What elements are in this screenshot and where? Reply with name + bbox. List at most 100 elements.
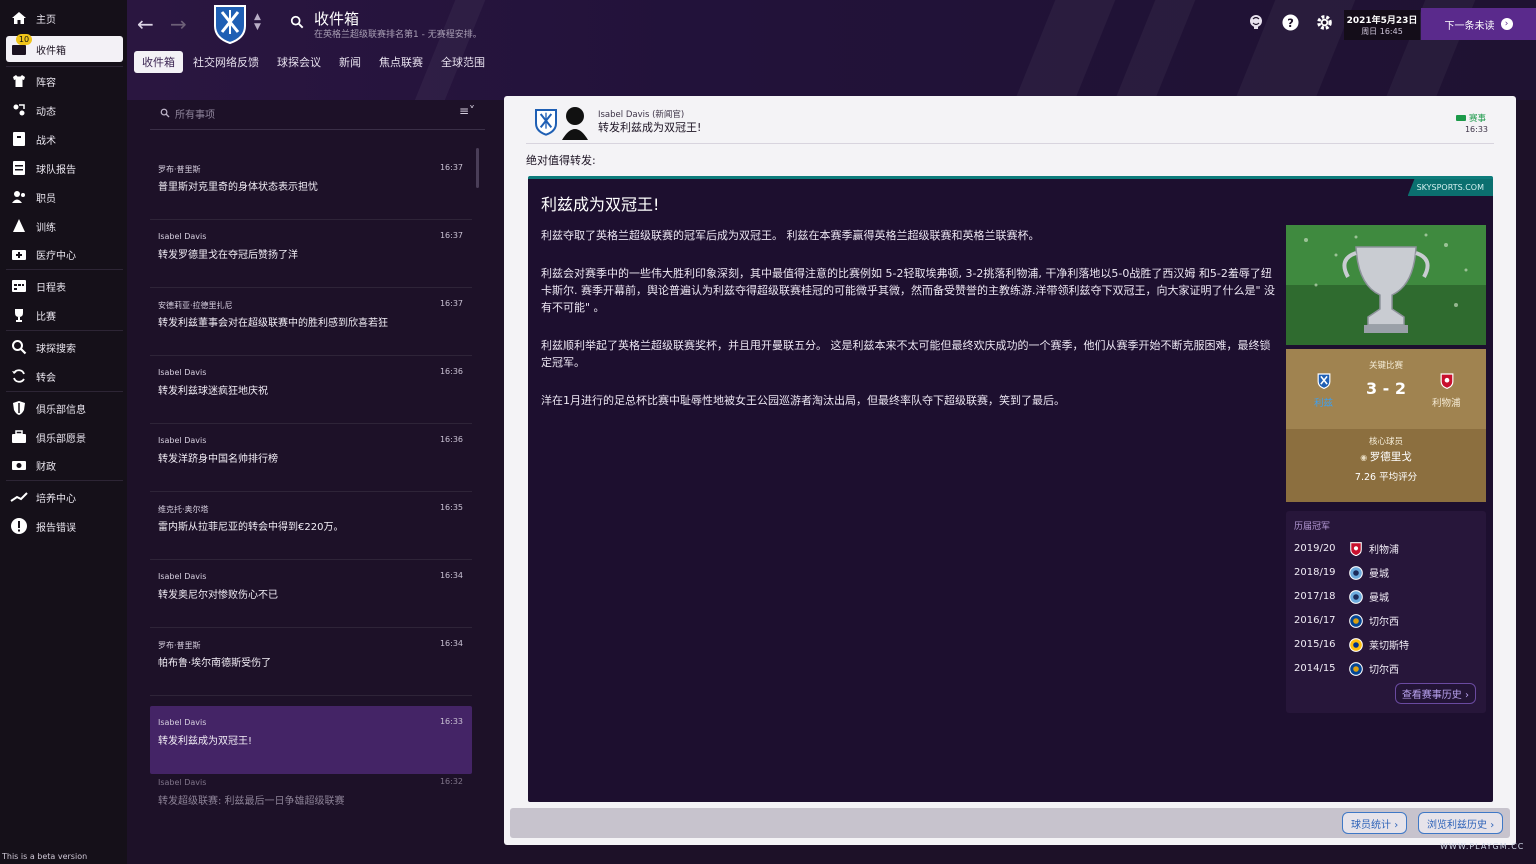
nav-label: 主页 xyxy=(36,14,56,26)
past-champions: 历届冠军 2019/20 利物浦 2018/19 曼城 2017/18 曼城 2… xyxy=(1286,511,1486,713)
list-scrollbar[interactable] xyxy=(476,148,479,188)
competition-tag[interactable]: 赛事 xyxy=(1455,112,1486,124)
nav-development[interactable]: 培养中心 xyxy=(6,484,123,510)
shirt-icon xyxy=(10,72,28,90)
nav-inbox[interactable]: 10 收件箱 xyxy=(6,34,123,62)
history-row[interactable]: 2018/19 曼城 xyxy=(1294,565,1389,580)
nav-club-info[interactable]: 俱乐部信息 xyxy=(6,395,123,421)
nav-report-bug[interactable]: 报告错误 xyxy=(6,513,123,539)
tab-social-feedback[interactable]: 社交网络反馈 xyxy=(185,51,267,73)
game-date[interactable]: 2021年5月23日 周日 16:45 xyxy=(1344,10,1420,40)
article-paragraph: 利兹会对赛季中的一些伟大胜利印象深刻，其中最值得注意的比赛例如 5-2轻取埃弗顿… xyxy=(541,267,1276,314)
home-team[interactable]: 利兹 xyxy=(1314,395,1333,409)
back-arrow-icon[interactable]: ← xyxy=(137,12,154,36)
key-player-name: 罗德里戈 xyxy=(1369,451,1412,463)
chelsea-crest-icon xyxy=(1349,661,1363,676)
message-time: 16:32 xyxy=(439,777,463,786)
player-stats-label: 球员统计 xyxy=(1351,820,1391,831)
club-crest-icon[interactable] xyxy=(212,4,248,45)
away-team[interactable]: 利物浦 xyxy=(1432,395,1461,409)
nav-dynamics[interactable]: 动态 xyxy=(6,97,123,123)
bottom-action-bar: 球员统计 › 浏览利兹历史 › xyxy=(510,808,1510,838)
tab-inbox[interactable]: 收件箱 xyxy=(134,51,183,73)
next-unread-button[interactable]: 下一条未读 › xyxy=(1421,8,1536,40)
message-intro: 绝对值得转发: xyxy=(526,154,596,167)
nav-staff[interactable]: 职员 xyxy=(6,184,123,210)
nav-home[interactable]: 主页 xyxy=(6,5,123,31)
nav-scouting[interactable]: 球探搜索 xyxy=(6,334,123,360)
list-item-selected[interactable]: Isabel Davis 16:33 转发利兹成为双冠王! xyxy=(150,706,472,774)
nav-label: 俱乐部信息 xyxy=(36,404,86,416)
history-title: 历届冠军 xyxy=(1294,522,1331,532)
key-match-card[interactable]: 关键比赛 3 - 2 利兹 利物浦 核心球员 ◉ 罗德里戈 7.26 平均评分 xyxy=(1286,349,1486,502)
player-stats-button[interactable]: 球员统计 › xyxy=(1342,812,1408,834)
list-item[interactable]: 罗布·普里斯 16:37 普里斯对克里奇的身体状态表示担忧 xyxy=(150,152,472,220)
message-subject: 转发利兹球迷疯狂地庆祝 xyxy=(158,386,268,397)
search-icon xyxy=(10,338,28,356)
key-player-rating: 7.26 平均评分 xyxy=(1354,472,1418,483)
history-row[interactable]: 2019/20 利物浦 xyxy=(1294,541,1399,556)
article-paragraph: 利兹顺利举起了英格兰超级联赛奖杯，并且甩开曼联五分。 这是利兹本来不太可能但最终… xyxy=(541,339,1271,369)
key-player[interactable]: ◉ 罗德里戈 xyxy=(1286,449,1486,464)
nav-training[interactable]: 训练 xyxy=(6,213,123,239)
nav-team-report[interactable]: 球队报告 xyxy=(6,155,123,181)
nav-squad[interactable]: 阵容 xyxy=(6,68,123,94)
message-sender: Isabel Davis xyxy=(158,572,207,581)
list-item[interactable]: Isabel Davis 16:32 转发超级联赛: 利兹最后一日争雄超级联赛 xyxy=(150,766,472,834)
tab-scout-meeting[interactable]: 球探会议 xyxy=(269,51,329,73)
svg-text:?: ? xyxy=(1287,16,1294,30)
divider xyxy=(6,480,123,481)
history-row[interactable]: 2014/15 切尔西 xyxy=(1294,661,1399,676)
sender-avatar[interactable] xyxy=(560,104,590,140)
source-tag: SKYSPORTS.COM xyxy=(1407,179,1493,196)
divider xyxy=(6,330,123,331)
list-item[interactable]: 维克托·奥尔塔 16:35 雷内斯从拉菲尼亚的转会中得到€220万。 xyxy=(150,492,472,560)
nav-club-vision[interactable]: 俱乐部愿景 xyxy=(6,424,123,450)
tab-news[interactable]: 新闻 xyxy=(331,51,369,73)
message-subject: 雷内斯从拉菲尼亚的转会中得到€220万。 xyxy=(158,522,344,533)
nav-label: 比赛 xyxy=(36,311,56,323)
list-item[interactable]: 安德莉亚·拉德里扎尼 16:37 转发利兹董事会对在超级联赛中的胜利感到欣喜若狂 xyxy=(150,288,472,356)
trophy-image xyxy=(1286,225,1486,345)
tab-global[interactable]: 全球范围 xyxy=(433,51,493,73)
list-options-icon[interactable]: ≡˅ xyxy=(459,104,475,118)
nav-tactics[interactable]: 战术 xyxy=(6,126,123,152)
club-name: 切尔西 xyxy=(1369,665,1399,676)
history-row[interactable]: 2015/16 莱切斯特 xyxy=(1294,637,1409,652)
date-label: 2021年5月23日 xyxy=(1346,16,1418,26)
nav-schedule[interactable]: 日程表 xyxy=(6,273,123,299)
chevron-right-icon: › xyxy=(1490,820,1495,831)
list-item[interactable]: Isabel Davis 16:37 转发罗德里戈在夺冠后赞扬了洋 xyxy=(150,220,472,288)
nav-competitions[interactable]: 比赛 xyxy=(6,302,123,328)
chevron-right-icon: › xyxy=(1465,690,1469,701)
mancity-crest-icon xyxy=(1349,589,1363,604)
finance-icon xyxy=(10,456,28,474)
list-item[interactable]: 罗布·普里斯 16:34 帕布鲁·埃尔南德斯受伤了 xyxy=(150,628,472,696)
list-item[interactable]: Isabel Davis 16:36 转发洋跻身中国名帅排行榜 xyxy=(150,424,472,492)
divider xyxy=(6,66,123,67)
settings-gear-icon[interactable] xyxy=(1316,14,1333,34)
inbox-filter[interactable]: 所有事项 ≡˅ xyxy=(150,98,485,130)
nav-finances[interactable]: 财政 xyxy=(6,452,123,478)
message-sender: Isabel Davis xyxy=(158,778,207,787)
view-competition-history-button[interactable]: 查看赛事历史 › xyxy=(1394,683,1476,704)
medical-icon xyxy=(10,245,28,263)
player-icon: ◉ xyxy=(1360,453,1370,462)
history-row[interactable]: 2017/18 曼城 xyxy=(1294,589,1389,604)
nav-medical[interactable]: 医疗中心 xyxy=(6,241,123,267)
help-icon[interactable]: ? xyxy=(1282,14,1299,34)
tab-focus-leagues[interactable]: 焦点联赛 xyxy=(371,51,431,73)
nav-transfers[interactable]: 转会 xyxy=(6,363,123,389)
club-history-button[interactable]: 浏览利兹历史 › xyxy=(1418,812,1504,834)
nav-label: 阵容 xyxy=(36,77,56,89)
transfer-icon xyxy=(10,367,28,385)
history-row[interactable]: 2016/17 切尔西 xyxy=(1294,613,1399,628)
club-switcher-icon[interactable]: ▲ ▼ xyxy=(254,12,261,32)
brain-icon[interactable] xyxy=(1248,14,1264,33)
club-crest-icon xyxy=(534,108,558,136)
list-item[interactable]: Isabel Davis 16:36 转发利兹球迷疯狂地庆祝 xyxy=(150,356,472,424)
forward-arrow-icon[interactable]: → xyxy=(170,12,187,36)
nav-label: 财政 xyxy=(36,461,56,473)
list-item[interactable]: Isabel Davis 16:34 转发奥尼尔对惨败伤心不已 xyxy=(150,560,472,628)
search-icon[interactable] xyxy=(290,15,304,32)
